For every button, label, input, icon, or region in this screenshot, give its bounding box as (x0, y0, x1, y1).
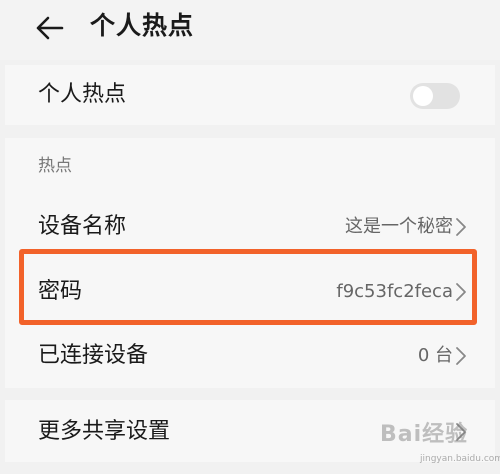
watermark-text: Bai经验 (380, 422, 469, 447)
hotspot-settings-screen: 个人热点 个人热点 热点 设备名称 这是一个秘密 密码 f9c53fc2feca (0, 0, 500, 474)
arrow-left-icon (36, 16, 64, 40)
page-title: 个人热点 (90, 11, 195, 40)
personal-hotspot-row[interactable]: 个人热点 (5, 65, 495, 125)
connected-devices-value: 0 台 (417, 345, 453, 366)
device-name-value: 这是一个秘密 (345, 216, 453, 237)
device-name-label: 设备名称 (38, 214, 127, 239)
chevron-right-icon (455, 217, 467, 237)
top-bar: 个人热点 (0, 0, 500, 60)
back-button[interactable] (30, 8, 70, 48)
personal-hotspot-toggle[interactable] (410, 83, 460, 109)
personal-hotspot-label: 个人热点 (38, 82, 127, 107)
chevron-right-icon (455, 346, 467, 366)
watermark-url: jingyan.baidu.com (420, 454, 500, 464)
section-title-hotspot: 热点 (38, 156, 72, 176)
personal-hotspot-card: 个人热点 (5, 65, 495, 125)
baidu-watermark: Bai经验 jingyan.baidu.com (380, 416, 500, 472)
more-sharing-settings-label: 更多共享设置 (38, 419, 171, 444)
connected-devices-label: 已连接设备 (38, 343, 149, 368)
device-name-row[interactable]: 设备名称 这是一个秘密 (5, 196, 495, 256)
connected-devices-row[interactable]: 已连接设备 0 台 (5, 326, 495, 386)
toggle-knob (413, 86, 433, 106)
password-highlight-box (19, 249, 477, 325)
